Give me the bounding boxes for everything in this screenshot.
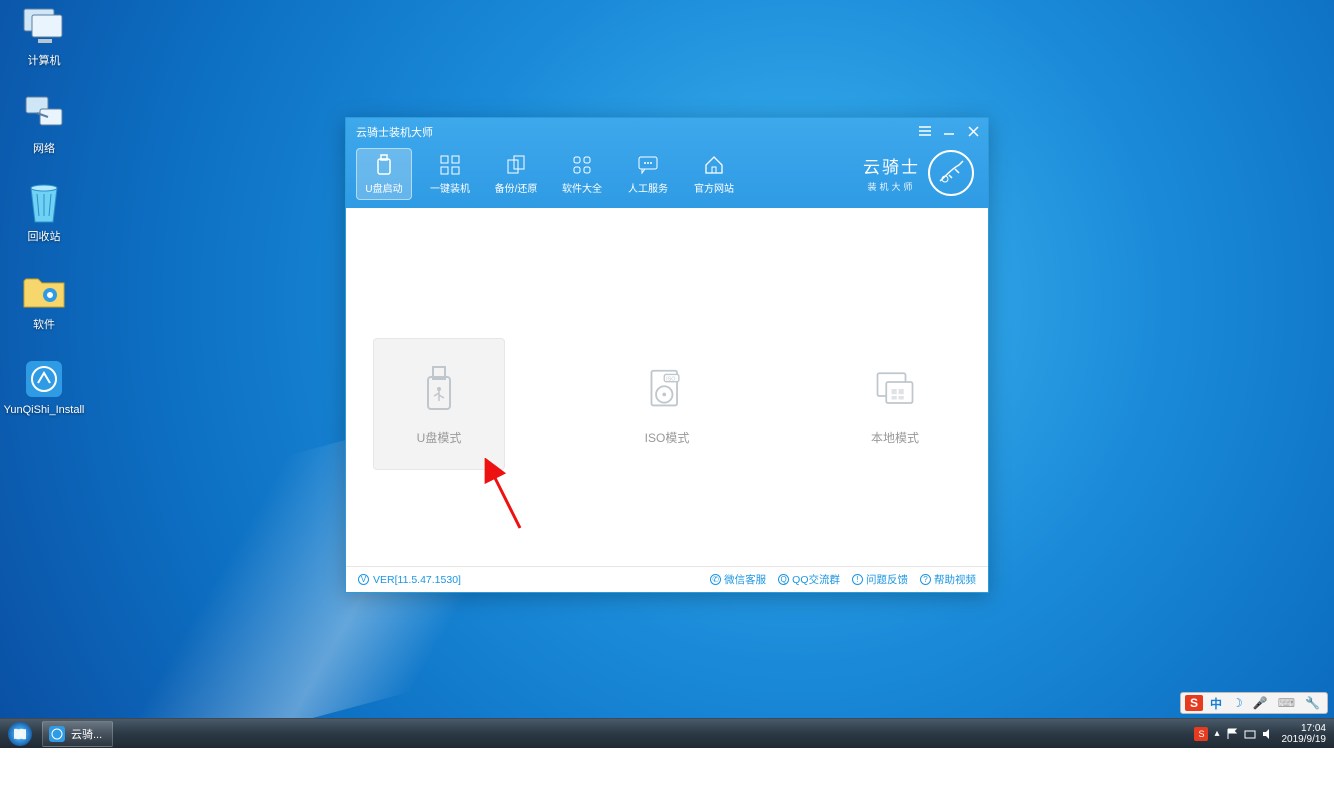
qq-icon: Q	[778, 574, 789, 585]
apps-icon	[571, 154, 593, 176]
grid-icon	[439, 154, 461, 176]
desktop: 计算机 网络 回收站 软件 YunQiShi_Install	[0, 0, 1334, 748]
feedback-icon: !	[852, 574, 863, 585]
app-body: U盘模式 ISO ISO模式 本地模式	[346, 208, 988, 566]
tab-label: 软件大全	[562, 180, 602, 195]
tab-one-key-install[interactable]: 一键装机	[422, 148, 478, 200]
ime-tool-icon[interactable]: 🔧	[1302, 696, 1323, 710]
wechat-icon: ✆	[710, 574, 721, 585]
label: 计算机	[28, 52, 61, 68]
version-icon: V	[358, 574, 369, 585]
mode-iso[interactable]: ISO ISO模式	[601, 338, 733, 470]
network-icon	[20, 94, 68, 136]
close-button[interactable]	[966, 124, 980, 138]
desktop-icon-network[interactable]: 网络	[4, 94, 84, 156]
ime-sogou-icon[interactable]: S	[1185, 695, 1203, 711]
ime-moon-icon[interactable]: ☽	[1229, 696, 1246, 710]
tray-volume-icon[interactable]	[1262, 728, 1274, 740]
version-info: V VER[11.5.47.1530]	[358, 574, 461, 586]
tab-label: 人工服务	[628, 180, 668, 195]
mode-label: 本地模式	[871, 429, 919, 446]
date: 2019/9/19	[1282, 734, 1327, 745]
ime-keyboard-icon[interactable]: ⌨	[1275, 696, 1298, 710]
app-footer: V VER[11.5.47.1530] ✆微信客服 QQQ交流群 !问题反馈 ?…	[346, 566, 988, 592]
taskbar-app-yunqishi[interactable]: 云骑...	[42, 721, 113, 747]
app-window: 云骑士装机大师 U盘启动 一键装机 备份/还原	[345, 117, 989, 593]
brand-logo-icon	[928, 150, 974, 196]
tray-sogou-icon[interactable]: S	[1194, 727, 1208, 741]
header-tabs: U盘启动 一键装机 备份/还原 软件大全 人工服务	[356, 148, 742, 200]
mode-label: U盘模式	[417, 429, 462, 446]
mode-usb[interactable]: U盘模式	[373, 338, 505, 470]
link-label: 微信客服	[724, 572, 766, 587]
tab-label: 备份/还原	[495, 180, 538, 195]
label: YunQiShi_Install	[4, 404, 85, 416]
tray-flag-icon[interactable]	[1226, 728, 1238, 740]
taskbar-clock[interactable]: 17:04 2019/9/19	[1282, 723, 1327, 745]
tab-usb-boot[interactable]: U盘启动	[356, 148, 412, 200]
link-qq-group[interactable]: QQQ交流群	[778, 572, 840, 587]
minimize-button[interactable]	[942, 124, 956, 138]
usb-icon	[373, 154, 395, 176]
tab-backup-restore[interactable]: 备份/还原	[488, 148, 544, 200]
brand: 云骑士 装机大师	[863, 150, 974, 196]
tab-label: 官方网站	[694, 180, 734, 195]
link-label: 问题反馈	[866, 572, 908, 587]
menu-button[interactable]	[918, 124, 932, 138]
mode-label: ISO模式	[645, 429, 690, 446]
copy-icon	[505, 154, 527, 176]
link-feedback[interactable]: !问题反馈	[852, 572, 908, 587]
ime-toolbar[interactable]: S 中 ☽ 🎤 ⌨ 🔧	[1180, 692, 1328, 714]
mode-options: U盘模式 ISO ISO模式 本地模式	[346, 338, 988, 470]
taskbar-app-icon	[49, 726, 65, 742]
link-wechat-cs[interactable]: ✆微信客服	[710, 572, 766, 587]
computer-icon	[20, 6, 68, 48]
app-header: 云骑士装机大师 U盘启动 一键装机 备份/还原	[346, 118, 988, 208]
brand-sub: 装机大师	[867, 180, 915, 193]
taskbar: 云骑... S ▴ 17:04 2019/9/19	[0, 718, 1334, 748]
home-icon	[703, 154, 725, 176]
folder-icon	[20, 270, 68, 312]
link-help-video[interactable]: ?帮助视频	[920, 572, 976, 587]
chat-icon	[637, 154, 659, 176]
desktop-icon-recycle-bin[interactable]: 回收站	[4, 182, 84, 244]
ime-lang-toggle[interactable]: 中	[1207, 695, 1225, 712]
local-windows-icon	[874, 363, 916, 415]
desktop-icons: 计算机 网络 回收站 软件 YunQiShi_Install	[4, 6, 84, 416]
recycle-bin-icon	[20, 182, 68, 224]
ime-mic-icon[interactable]: 🎤	[1250, 696, 1271, 710]
desktop-icon-software-folder[interactable]: 软件	[4, 270, 84, 332]
tray-chevron-up-icon[interactable]: ▴	[1214, 728, 1219, 739]
system-tray: S ▴	[1194, 727, 1273, 741]
time: 17:04	[1282, 723, 1327, 734]
yunqishi-install-icon	[20, 358, 68, 400]
link-label: 帮助视频	[934, 572, 976, 587]
window-controls	[918, 124, 980, 138]
tab-manual-service[interactable]: 人工服务	[620, 148, 676, 200]
app-title: 云骑士装机大师	[356, 124, 433, 140]
desktop-icon-computer[interactable]: 计算机	[4, 6, 84, 68]
iso-icon: ISO	[646, 363, 688, 415]
tray-network-icon[interactable]	[1244, 728, 1256, 740]
desktop-icon-yunqishi-install[interactable]: YunQiShi_Install	[4, 358, 84, 416]
svg-text:ISO: ISO	[666, 376, 675, 382]
tab-label: 一键装机	[430, 180, 470, 195]
label: 回收站	[28, 228, 61, 244]
usb-drive-icon	[418, 363, 460, 415]
footer-links: ✆微信客服 QQQ交流群 !问题反馈 ?帮助视频	[710, 572, 976, 587]
brand-name: 云骑士	[863, 153, 920, 178]
label: 网络	[33, 140, 55, 156]
start-button[interactable]	[0, 719, 40, 749]
version-text: VER[11.5.47.1530]	[373, 574, 461, 586]
label: 软件	[33, 316, 55, 332]
mode-local[interactable]: 本地模式	[829, 338, 961, 470]
tab-official-site[interactable]: 官方网站	[686, 148, 742, 200]
help-icon: ?	[920, 574, 931, 585]
taskbar-app-label: 云骑...	[71, 726, 102, 742]
link-label: QQ交流群	[792, 572, 840, 587]
tab-label: U盘启动	[365, 180, 402, 195]
tab-software-daquan[interactable]: 软件大全	[554, 148, 610, 200]
